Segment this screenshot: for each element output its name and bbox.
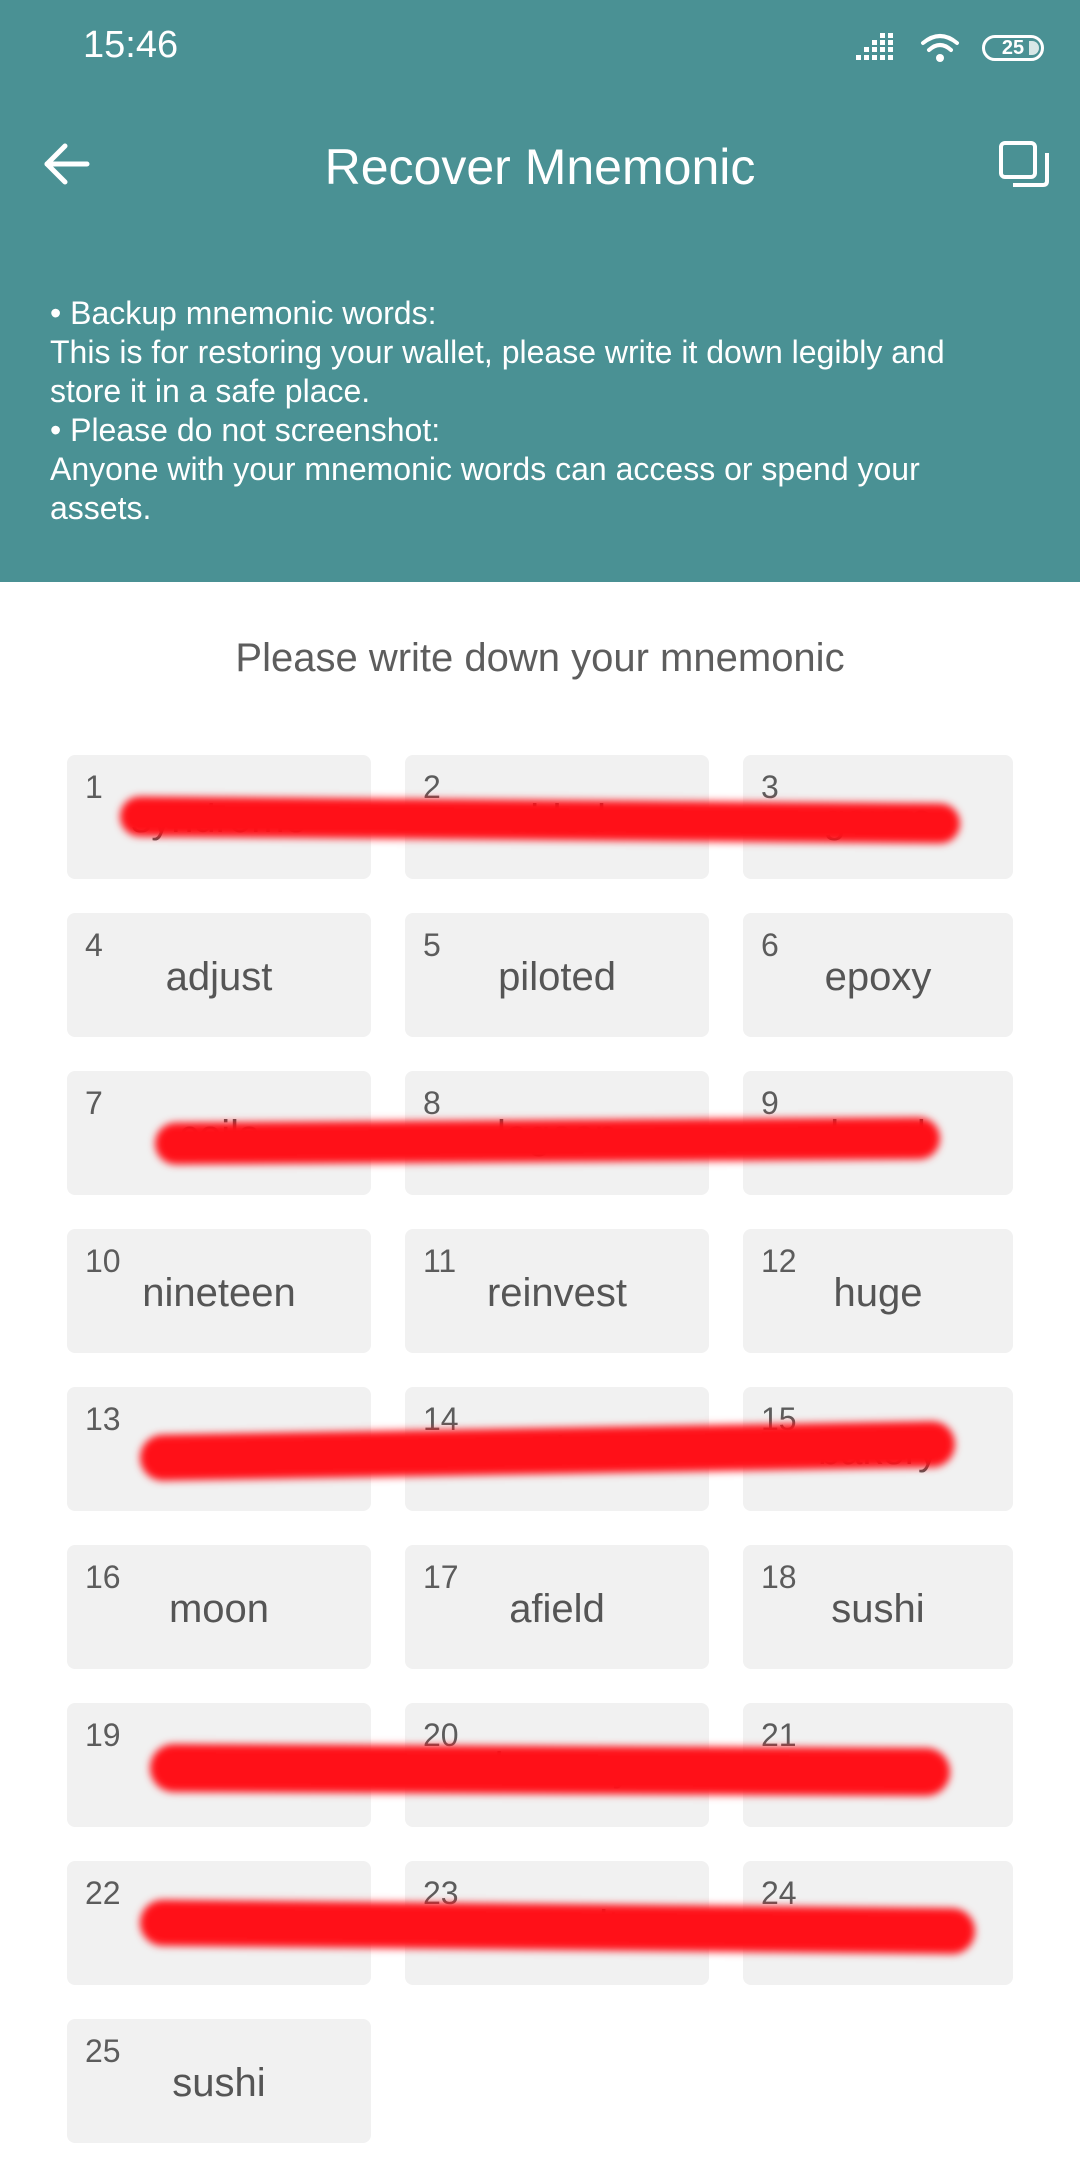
mnemonic-word-grid: 1 syndrome 2 aided 3 gauze 4 adjust 5 pi… <box>0 0 1080 2158</box>
word-text: reinvest <box>486 1271 628 1315</box>
word-text: adjust <box>165 955 273 999</box>
mnemonic-word-cell: 11 reinvest <box>405 1229 709 1353</box>
word-index: 13 <box>85 1401 121 1437</box>
mnemonic-word-cell: 6 epoxy <box>743 913 1013 1037</box>
redaction-scribble <box>154 1117 941 1165</box>
redaction-scribble <box>119 796 961 844</box>
word-text: epoxy <box>824 955 932 999</box>
mnemonic-word-cell: 12 huge <box>743 1229 1013 1353</box>
word-text: sushi <box>831 1587 925 1631</box>
mnemonic-word-cell: 4 adjust <box>67 913 371 1037</box>
word-text: nineteen <box>142 1271 296 1315</box>
word-text: moon <box>168 1587 270 1631</box>
word-index: 22 <box>85 1875 121 1911</box>
redaction-scribble <box>149 1743 951 1797</box>
battery-text: 25 <box>1001 36 1025 59</box>
mnemonic-word-cell: 16 moon <box>67 1545 371 1669</box>
word-index: 19 <box>85 1717 121 1753</box>
word-text: afield <box>509 1587 605 1631</box>
word-text: piloted <box>498 955 616 999</box>
mnemonic-word-cell: 17 afield <box>405 1545 709 1669</box>
mnemonic-word-cell: 25 sushi <box>67 2019 371 2143</box>
mnemonic-word-cell: 5 piloted <box>405 913 709 1037</box>
word-text: sushi <box>172 2061 266 2105</box>
redaction-scribble <box>139 1899 976 1955</box>
mnemonic-word-cell: 10 nineteen <box>67 1229 371 1353</box>
word-text: huge <box>833 1271 923 1315</box>
mnemonic-word-cell: 18 sushi <box>743 1545 1013 1669</box>
